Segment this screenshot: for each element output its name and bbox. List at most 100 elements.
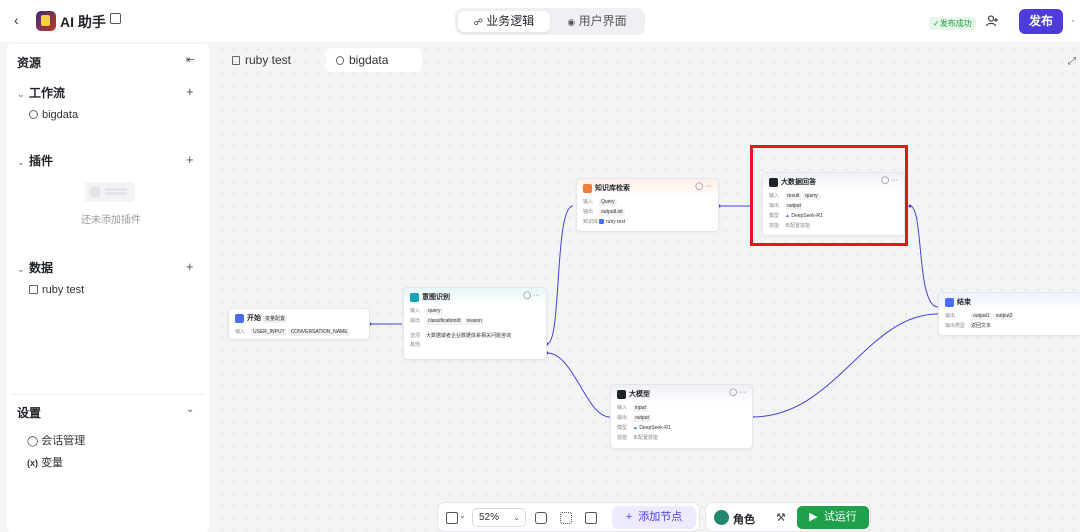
canvas-tab-label: bigdata (349, 53, 389, 67)
add-node-button[interactable]: + 添加节点 (612, 506, 696, 529)
more-icon[interactable]: · (1071, 13, 1075, 27)
debug-icon[interactable]: ⚒ (776, 511, 786, 524)
node-row-input: 输入 input (611, 403, 752, 413)
settings-item-label: 变量 (41, 457, 64, 469)
canvas-tab-bigdata[interactable]: bigdata (326, 48, 422, 72)
test-run-label: 试运行 (823, 511, 857, 523)
expand-icon[interactable]: ⤢ (1068, 56, 1076, 67)
settings-item-variables[interactable]: (x) 变量 (27, 454, 63, 470)
settings-title: 设置 (17, 406, 42, 420)
collaborator-icon[interactable] (985, 14, 999, 28)
node-title: 意图识别 (422, 294, 450, 301)
minimap-icon[interactable] (446, 512, 458, 524)
node-title: 大模型 (629, 391, 650, 398)
chevron-down-icon[interactable]: ⌄ (186, 404, 194, 415)
chevron-down-icon: ⌄ (17, 89, 25, 99)
row-key: 输入 (410, 308, 421, 314)
doc-icon (232, 56, 240, 65)
node-row-skill: 技能 未配置技能 (611, 433, 752, 443)
empty-plugin-illustration (85, 182, 135, 202)
node-actions-icon[interactable]: ◯ ··· (729, 388, 746, 396)
row-key: 选项 (410, 333, 421, 339)
param-chip: output2 (993, 312, 1015, 320)
sidebar-item-bigdata[interactable]: bigdata (29, 109, 78, 121)
divider (11, 394, 205, 395)
row-key: 输入 (617, 405, 628, 411)
node-knowledge-retrieval[interactable]: 知识库检索 ◯ ··· 输入 Query 输出 outputList 知识库 ruby… (576, 178, 719, 232)
row-key: 输入 (583, 199, 594, 205)
node-actions-icon[interactable]: ◯ ··· (695, 182, 712, 190)
node-end[interactable]: 结束 输出 output1 output2 输出类型 返回文本 (938, 292, 1080, 336)
add-plugin-button[interactable]: + (186, 152, 194, 167)
chevron-down-icon[interactable]: ⌄ (459, 511, 466, 520)
settings-item-session[interactable]: ◯ 会话管理 (27, 432, 85, 448)
section-workflow[interactable]: ⌄ 工作流 (17, 84, 65, 101)
plus-icon: + (625, 511, 639, 523)
sidebar-item-ruby-test[interactable]: ruby test (29, 284, 84, 296)
top-bar: ‹ AI 助手 ☍ 业务逻辑 ◉ 用户界面 ✓发布成功 发布 · (0, 0, 1080, 42)
collapse-sidebar-icon[interactable]: ⇤ (186, 53, 195, 66)
app-title: AI 助手 (60, 14, 106, 30)
row-key: 输出类型 (945, 323, 966, 329)
palette-icon: ◉ (567, 17, 576, 27)
end-icon (945, 298, 954, 307)
param-chip: classificationId (426, 317, 463, 325)
node-row-input: 输入 Query (577, 197, 718, 207)
node-actions-icon[interactable]: ◯ ··· (523, 291, 540, 299)
test-run-button[interactable]: ▶ 试运行 (797, 506, 869, 529)
node-title: 开始 变量配置 (247, 313, 289, 323)
node-title-text: 开始 (247, 315, 261, 322)
section-label: 工作流 (29, 86, 66, 100)
node-row-model: 模型 ▲ DeepSeek-R1 (611, 423, 752, 433)
node-row-kb: 知识库 ruby test (577, 217, 718, 227)
empty-plugin-text: 还未添加插件 (81, 215, 141, 226)
workflow-icon (336, 56, 344, 65)
settings-item-label: 会话管理 (41, 435, 86, 447)
mode-tabs: ☍ 业务逻辑 ◉ 用户界面 (455, 8, 645, 35)
row-key: 输出 (617, 415, 628, 421)
knowledge-icon (583, 184, 592, 193)
section-plugin[interactable]: ⌄ 插件 (17, 152, 53, 169)
canvas-tab-ruby-test[interactable]: ruby test (222, 48, 301, 72)
comment-icon[interactable] (535, 512, 547, 524)
canvas-tab-label: ruby test (245, 53, 292, 67)
node-row-input: 输入 query (404, 306, 546, 316)
status-badge-text: 发布成功 (939, 19, 972, 28)
param-chip: output (633, 414, 651, 422)
zoom-select[interactable]: 52% ⌄ (472, 508, 526, 527)
add-data-button[interactable]: + (186, 259, 194, 274)
workflow-canvas[interactable]: ruby test bigdata ⤢ (216, 44, 1080, 532)
layout-icon[interactable] (560, 512, 572, 524)
row-key: 输入 (235, 329, 246, 335)
tab-business-logic[interactable]: ☍ 业务逻辑 (458, 11, 550, 32)
node-llm[interactable]: 大模型 ◯ ··· 输入 input 输出 output 模型 ▲ DeepSeek-… (610, 384, 753, 449)
node-row-other: 其他 (404, 341, 546, 349)
section-data[interactable]: ⌄ 数据 (17, 259, 53, 276)
tab-label: 用户界面 (578, 14, 627, 28)
row-value: DeepSeek-R1 (639, 425, 671, 431)
role-avatar[interactable] (714, 510, 729, 525)
row-key: 输出 (583, 209, 594, 215)
tab-user-interface[interactable]: ◉ 用户界面 (553, 11, 641, 32)
param-chip: query (426, 307, 443, 315)
back-icon[interactable]: ‹ (14, 12, 19, 28)
node-intent[interactable]: 意图识别 ◯ ··· 输入 query 输出 classificationId rea… (403, 287, 547, 360)
role-label[interactable]: 角色 (733, 511, 755, 527)
add-workflow-button[interactable]: + (186, 84, 194, 99)
play-icon: ▶ (809, 511, 824, 523)
sidebar-item-label: bigdata (42, 109, 79, 121)
tab-label: 业务逻辑 (486, 14, 535, 28)
flow-icon: ☍ (473, 17, 483, 27)
workflow-icon (29, 110, 38, 119)
resource-sidebar: 资源 ⇤ ⌄ 工作流 + bigdata ⌄ 插件 + 还未添加插件 ⌄ 数据 + r… (6, 44, 210, 532)
node-start[interactable]: 开始 变量配置 输入 USER_INPUT CONVERSATION_NAME (228, 308, 370, 340)
node-title: 知识库检索 (595, 185, 630, 192)
add-node-label: 添加节点 (638, 511, 683, 523)
publish-button[interactable]: 发布 (1019, 9, 1063, 34)
zoom-value: 52% (479, 512, 500, 523)
node-row-output: 输出 outputList (577, 207, 718, 217)
edit-icon[interactable] (110, 13, 121, 24)
interaction-icon[interactable] (585, 512, 597, 524)
row-value: 返回文本 (971, 323, 992, 329)
variable-icon: (x) (27, 458, 38, 468)
